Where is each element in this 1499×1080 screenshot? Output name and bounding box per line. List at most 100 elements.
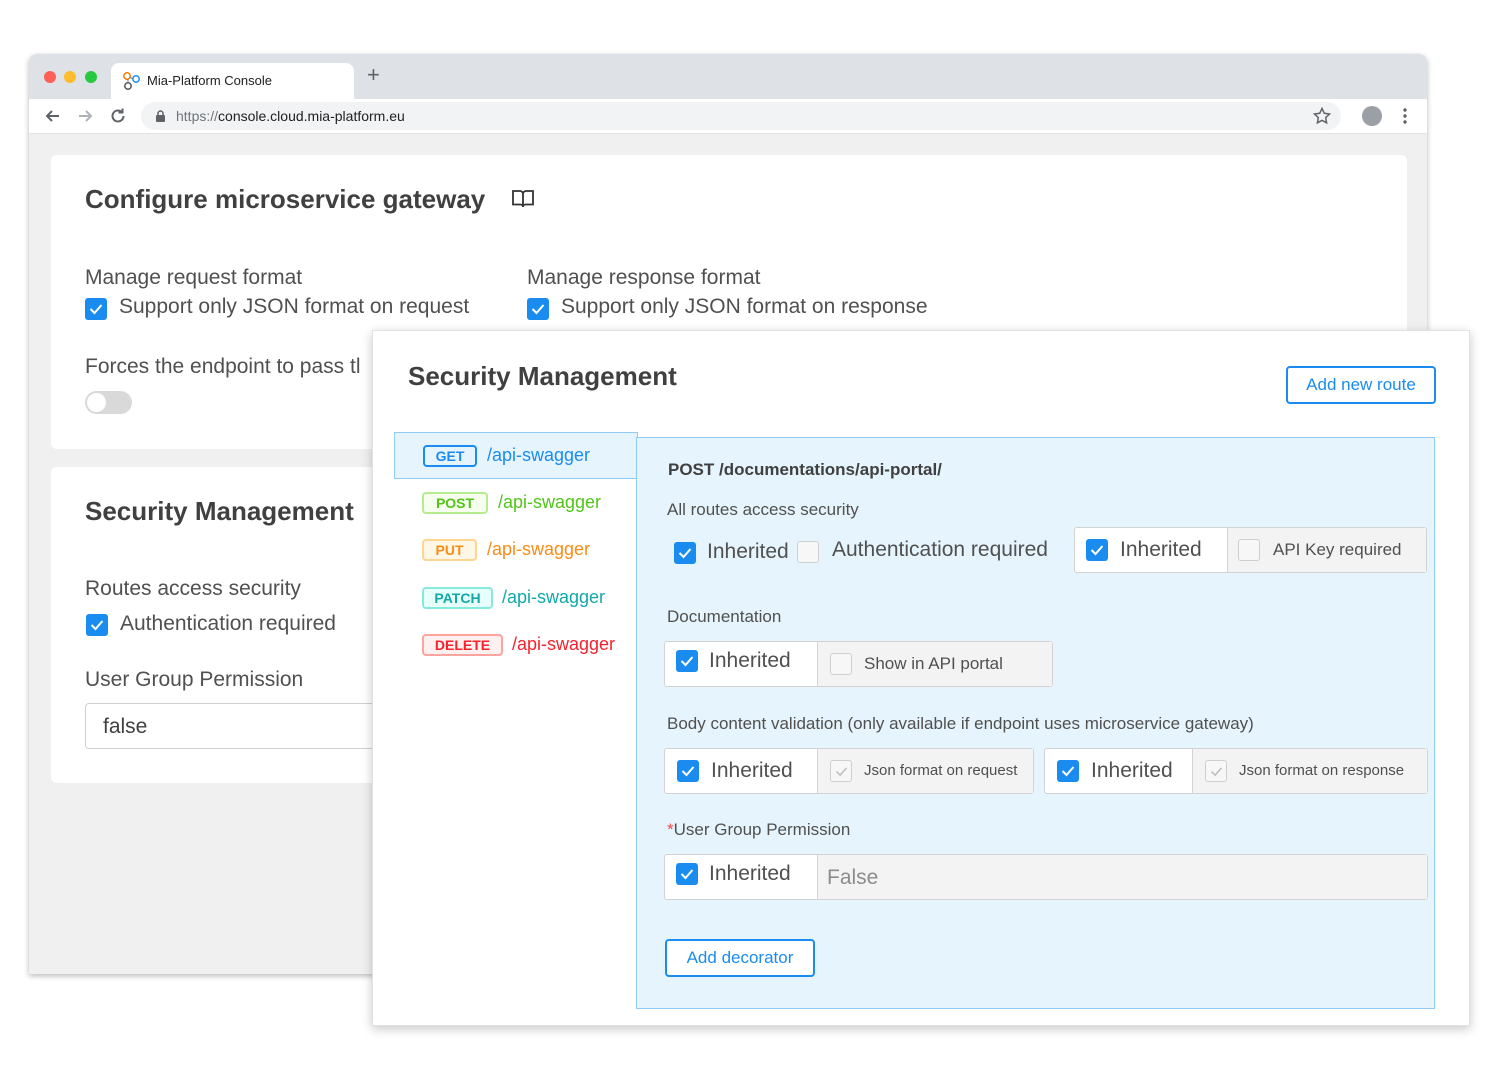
route-item-patch[interactable]: PATCH /api-swagger xyxy=(394,575,638,622)
url-text: https://console.cloud.mia-platform.eu xyxy=(176,108,405,124)
api-key-group: Inherited API Key required xyxy=(1074,527,1427,573)
json-response-cell: Json format on response xyxy=(1192,749,1427,793)
user-group-label: *User Group Permission xyxy=(667,820,850,840)
more-menu-icon[interactable] xyxy=(1401,107,1409,125)
route-item-get[interactable]: GET /api-swagger xyxy=(394,432,638,479)
api-key-required-cell: API Key required xyxy=(1227,528,1426,572)
body-validation-label: Body content validation (only available … xyxy=(667,714,1254,733)
tab-title: Mia-Platform Console xyxy=(147,73,272,88)
profile-avatar[interactable] xyxy=(1362,106,1382,126)
route-path: /api-swagger xyxy=(512,634,616,654)
json-response-inherited-label: Inherited xyxy=(1091,759,1173,782)
json-response-inherited-checkbox[interactable] xyxy=(1057,760,1079,782)
json-request-label: Json format on request xyxy=(864,762,1018,779)
api-key-inherited-label: Inherited xyxy=(1120,538,1202,561)
route-item-post[interactable]: POST /api-swagger xyxy=(394,480,638,527)
required-mark: * xyxy=(667,820,674,839)
response-json-label: Support only JSON format on response xyxy=(561,295,928,318)
json-request-inherited-label: Inherited xyxy=(711,759,793,782)
auth-required-label-background: Authentication required xyxy=(120,612,336,635)
json-request-cell: Json format on request xyxy=(817,749,1033,793)
route-detail-title: POST /documentations/api-portal/ xyxy=(668,460,942,479)
user-group-label-background: User Group Permission xyxy=(85,668,304,691)
method-badge: PATCH xyxy=(422,587,493,609)
request-json-label: Support only JSON format on request xyxy=(119,295,470,318)
lock-icon xyxy=(156,110,165,122)
response-json-checkbox[interactable] xyxy=(527,298,549,320)
forward-arrow-icon[interactable] xyxy=(75,106,95,126)
gateway-title: Configure microservice gateway xyxy=(85,184,486,214)
json-response-inherited-cell: Inherited xyxy=(1045,749,1192,793)
json-request-inherited-checkbox[interactable] xyxy=(677,760,699,782)
auth-required-checkbox-background[interactable] xyxy=(86,614,108,636)
auth-required-checkbox[interactable] xyxy=(797,541,819,563)
browser-tab[interactable]: Mia-Platform Console xyxy=(111,63,354,99)
json-response-label: Json format on response xyxy=(1239,762,1405,779)
user-group-inherited-label: Inherited xyxy=(709,862,791,885)
json-response-group: Inherited Json format on response xyxy=(1044,748,1428,794)
maximize-window-button[interactable] xyxy=(85,71,97,83)
auth-required-label: Authentication required xyxy=(832,538,1048,561)
json-request-inherited-cell: Inherited xyxy=(665,749,817,793)
doc-inherited-label: Inherited xyxy=(709,649,791,672)
json-request-checkbox[interactable] xyxy=(830,760,852,782)
show-in-portal-checkbox[interactable] xyxy=(830,653,852,675)
add-decorator-button[interactable]: Add decorator xyxy=(665,939,815,977)
documentation-label: Documentation xyxy=(667,607,782,626)
access-security-label: All routes access security xyxy=(667,500,859,519)
show-in-portal-label: Show in API portal xyxy=(864,654,1003,673)
security-title-background: Security Management xyxy=(85,496,354,526)
user-group-inherited-checkbox[interactable] xyxy=(676,863,698,885)
tab-bar: Mia-Platform Console + xyxy=(29,54,1427,99)
auth-inherited-checkbox[interactable] xyxy=(674,542,696,564)
user-group-input[interactable]: False xyxy=(817,855,1427,899)
route-path: /api-swagger xyxy=(498,492,602,512)
route-detail-pane: POST /documentations/api-portal/ All rou… xyxy=(636,437,1435,1009)
add-new-route-button[interactable]: Add new route xyxy=(1286,366,1436,404)
api-key-required-label: API Key required xyxy=(1273,540,1402,559)
security-management-panel: Security Management Add new route GET /a… xyxy=(372,330,1470,1026)
json-response-checkbox[interactable] xyxy=(1205,760,1227,782)
route-path: /api-swagger xyxy=(502,587,606,607)
route-path: /api-swagger xyxy=(487,445,591,465)
back-arrow-icon[interactable] xyxy=(43,106,63,126)
user-group-value-background: false xyxy=(103,715,148,738)
url-input[interactable]: https://console.cloud.mia-platform.eu xyxy=(141,102,1341,130)
minimize-window-button[interactable] xyxy=(64,71,76,83)
user-group-inherited-cell: Inherited xyxy=(665,855,817,899)
route-path: /api-swagger xyxy=(487,539,591,559)
user-group-value: False xyxy=(827,866,879,889)
api-key-required-checkbox[interactable] xyxy=(1238,539,1260,561)
forces-endpoint-toggle[interactable] xyxy=(85,391,132,414)
route-item-put[interactable]: PUT /api-swagger xyxy=(394,527,638,574)
book-icon[interactable] xyxy=(511,189,535,209)
new-tab-icon[interactable]: + xyxy=(367,64,380,86)
mia-platform-logo-icon xyxy=(123,72,140,90)
routes-access-label: Routes access security xyxy=(85,577,301,600)
address-bar: https://console.cloud.mia-platform.eu xyxy=(29,99,1427,134)
bookmark-star-icon[interactable] xyxy=(1312,106,1332,126)
user-group-label-text: User Group Permission xyxy=(673,820,851,839)
json-request-group: Inherited Json format on request xyxy=(664,748,1034,794)
user-group-input-background[interactable]: false xyxy=(85,703,385,749)
forces-endpoint-label: Forces the endpoint to pass tl xyxy=(85,355,361,378)
url-host: console.cloud.mia-platform.eu xyxy=(218,108,405,124)
request-json-checkbox[interactable] xyxy=(85,298,107,320)
route-item-delete[interactable]: DELETE /api-swagger xyxy=(394,622,638,669)
show-in-portal-cell: Show in API portal xyxy=(817,642,1052,686)
api-key-inherited-checkbox[interactable] xyxy=(1086,539,1108,561)
method-badge: DELETE xyxy=(422,634,503,656)
api-key-inherited-cell: Inherited xyxy=(1075,528,1227,572)
doc-inherited-cell: Inherited xyxy=(665,642,817,686)
method-badge: POST xyxy=(422,492,488,514)
auth-inherited-label: Inherited xyxy=(707,540,789,563)
documentation-group: Inherited Show in API portal xyxy=(664,641,1053,687)
method-badge: PUT xyxy=(422,539,477,561)
doc-inherited-checkbox[interactable] xyxy=(676,650,698,672)
response-format-label: Manage response format xyxy=(527,266,761,289)
request-format-label: Manage request format xyxy=(85,266,303,289)
url-protocol: https:// xyxy=(176,108,219,124)
user-group-group: Inherited False xyxy=(664,854,1428,900)
reload-icon[interactable] xyxy=(108,106,128,126)
close-window-button[interactable] xyxy=(44,71,56,83)
